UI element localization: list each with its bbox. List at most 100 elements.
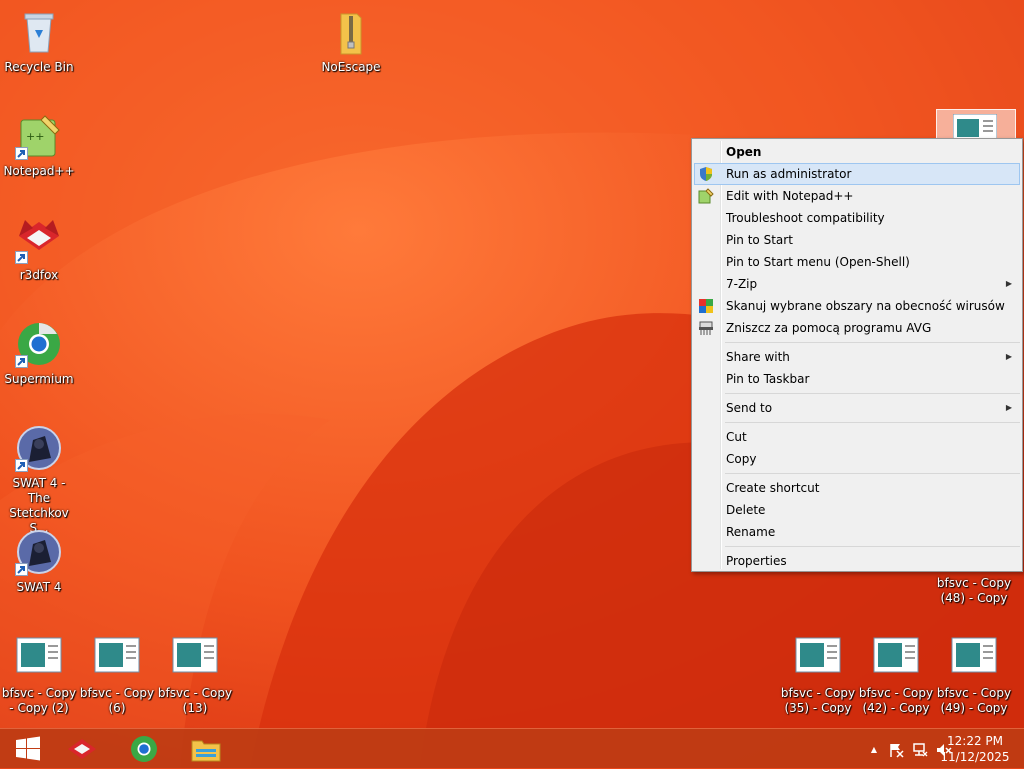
action-center-flag-icon[interactable] bbox=[888, 742, 904, 758]
menu-item-rename[interactable]: Rename bbox=[692, 521, 1022, 543]
menu-item-open[interactable]: Open bbox=[692, 141, 1022, 163]
desktop-icon-bfsvc[interactable]: bfsvc - Copy (42) - Copy bbox=[858, 634, 934, 716]
network-icon[interactable] bbox=[912, 742, 928, 758]
bfsvc-icon bbox=[16, 637, 62, 673]
clock-date: 11/12/2025 bbox=[940, 750, 1010, 764]
desktop-icon-bfsvc[interactable]: bfsvc - Copy (49) - Copy bbox=[936, 634, 1012, 716]
menu-item-label: Properties bbox=[726, 554, 787, 568]
taskbar-supermium[interactable] bbox=[116, 731, 172, 767]
menu-separator bbox=[725, 473, 1020, 474]
desktop-icon-bfsvc[interactable]: bfsvc - Copy (13) bbox=[157, 634, 233, 716]
menu-item-label: Edit with Notepad++ bbox=[726, 189, 854, 203]
menu-item-troubleshoot-compatibility[interactable]: Troubleshoot compatibility bbox=[692, 207, 1022, 229]
r3dfox-icon bbox=[68, 739, 96, 759]
menu-item-run-as-administrator[interactable]: Run as administrator bbox=[694, 163, 1020, 185]
menu-item-label: Skanuj wybrane obszary na obecność wirus… bbox=[726, 299, 1005, 313]
context-menu: Open Run as administrator Edit with Note… bbox=[691, 138, 1023, 572]
desktop-icon-label: r3dfox bbox=[19, 268, 59, 282]
bfsvc-icon bbox=[873, 637, 919, 673]
menu-item-label: Cut bbox=[726, 430, 747, 444]
recycle-bin-icon bbox=[24, 13, 54, 53]
taskbar: ▲ 12:22 PM 11/12/2025 bbox=[0, 728, 1024, 768]
desktop-icon-noescape[interactable]: NoEscape bbox=[313, 8, 389, 75]
menu-item-label: Pin to Taskbar bbox=[726, 372, 810, 386]
menu-item-label: Share with bbox=[726, 350, 790, 364]
menu-item-avg-shred[interactable]: Zniszcz za pomocą programu AVG bbox=[692, 317, 1022, 339]
desktop-icon-supermium[interactable]: Supermium bbox=[1, 320, 77, 387]
shredder-icon bbox=[698, 320, 714, 336]
desktop-icon-recycle-bin[interactable]: Recycle Bin bbox=[1, 8, 77, 75]
desktop-icon-bfsvc[interactable]: bfsvc - Copy - Copy (2) bbox=[1, 634, 77, 716]
menu-item-avg-scan[interactable]: Skanuj wybrane obszary na obecność wirus… bbox=[692, 295, 1022, 317]
desktop-icon-label: bfsvc - Copy - Copy (2) bbox=[1, 686, 77, 715]
desktop-icon-r3dfox[interactable]: r3dfox bbox=[1, 216, 77, 283]
menu-item-label: 7-Zip bbox=[726, 277, 758, 291]
menu-item-label: Run as administrator bbox=[726, 167, 852, 181]
menu-item-label: Send to bbox=[726, 401, 773, 415]
menu-item-label: Troubleshoot compatibility bbox=[726, 211, 885, 225]
bfsvc-icon bbox=[795, 637, 841, 673]
desktop-icon-label: Notepad++ bbox=[3, 164, 75, 178]
svg-text:++: ++ bbox=[26, 130, 44, 143]
desktop-icon-label: bfsvc - Copy (13) bbox=[157, 686, 233, 715]
desktop-icon-bfsvc[interactable]: bfsvc - Copy (6) bbox=[79, 634, 155, 716]
system-tray: ▲ 12:22 PM 11/12/2025 bbox=[844, 729, 1024, 769]
desktop-icon-swat4-stetchkov[interactable]: SWAT 4 - The Stetchkov S... bbox=[1, 424, 77, 536]
submenu-arrow-icon: ▶ bbox=[1005, 403, 1012, 412]
menu-item-pin-to-taskbar[interactable]: Pin to Taskbar bbox=[692, 368, 1022, 390]
desktop-icon-label: bfsvc - Copy (48) - Copy bbox=[936, 576, 1012, 605]
menu-item-copy[interactable]: Copy bbox=[692, 448, 1022, 470]
menu-item-edit-with-notepad-plus-plus[interactable]: Edit with Notepad++ bbox=[692, 185, 1022, 207]
notepad-plus-plus-icon bbox=[698, 188, 714, 204]
show-hidden-icons-chevron-icon[interactable]: ▲ bbox=[866, 742, 882, 758]
menu-item-pin-to-start[interactable]: Pin to Start bbox=[692, 229, 1022, 251]
desktop-icon-bfsvc[interactable]: bfsvc - Copy (48) - Copy bbox=[936, 576, 1012, 606]
menu-separator bbox=[725, 546, 1020, 547]
clock-time: 12:22 PM bbox=[947, 734, 1003, 748]
menu-item-label: Open bbox=[726, 145, 762, 159]
desktop-icon-label: SWAT 4 - The Stetchkov S... bbox=[9, 476, 69, 535]
bfsvc-icon bbox=[953, 114, 997, 140]
desktop-icon-label: NoEscape bbox=[321, 60, 381, 74]
menu-item-label: Pin to Start bbox=[726, 233, 793, 247]
shortcut-arrow-icon bbox=[15, 147, 28, 160]
submenu-arrow-icon: ▶ bbox=[1005, 279, 1012, 288]
uac-shield-icon bbox=[698, 166, 714, 182]
supermium-icon bbox=[131, 736, 157, 762]
menu-item-pin-to-start-menu-open-shell[interactable]: Pin to Start menu (Open-Shell) bbox=[692, 251, 1022, 273]
menu-item-properties[interactable]: Properties bbox=[692, 550, 1022, 572]
menu-item-label: Create shortcut bbox=[726, 481, 820, 495]
menu-item-delete[interactable]: Delete bbox=[692, 499, 1022, 521]
taskbar-r3dfox[interactable] bbox=[54, 731, 110, 767]
shortcut-arrow-icon bbox=[15, 355, 28, 368]
desktop-icon-label: bfsvc - Copy (6) bbox=[79, 686, 155, 715]
desktop-icon-notepad-plus-plus[interactable]: ++ Notepad++ bbox=[1, 112, 77, 179]
menu-item-share-with[interactable]: Share with ▶ bbox=[692, 346, 1022, 368]
taskbar-clock[interactable]: 12:22 PM 11/12/2025 bbox=[940, 733, 1010, 765]
menu-item-label: Rename bbox=[726, 525, 776, 539]
desktop-icon-label: bfsvc - Copy (35) - Copy bbox=[780, 686, 856, 715]
menu-item-label: Delete bbox=[726, 503, 766, 517]
shortcut-arrow-icon bbox=[15, 459, 28, 472]
start-button[interactable] bbox=[0, 731, 56, 767]
selected-icon-highlight bbox=[936, 109, 1016, 141]
menu-item-send-to[interactable]: Send to ▶ bbox=[692, 397, 1022, 419]
desktop-icon-label: bfsvc - Copy (49) - Copy bbox=[936, 686, 1012, 715]
menu-item-label: Pin to Start menu (Open-Shell) bbox=[726, 255, 910, 269]
menu-item-cut[interactable]: Cut bbox=[692, 426, 1022, 448]
taskbar-file-explorer[interactable] bbox=[178, 731, 234, 767]
zip-folder-icon bbox=[340, 13, 362, 55]
bfsvc-icon bbox=[951, 637, 997, 673]
menu-item-7-zip[interactable]: 7-Zip ▶ bbox=[692, 273, 1022, 295]
start-icon bbox=[16, 736, 40, 761]
bfsvc-icon bbox=[172, 637, 218, 673]
menu-separator bbox=[725, 393, 1020, 394]
file-explorer-icon bbox=[191, 740, 221, 762]
shortcut-arrow-icon bbox=[15, 251, 28, 264]
desktop-icon-label: bfsvc - Copy (42) - Copy bbox=[858, 686, 934, 715]
avg-icon bbox=[698, 298, 714, 314]
desktop-icon-bfsvc[interactable]: bfsvc - Copy (35) - Copy bbox=[780, 634, 856, 716]
menu-item-label: Zniszcz za pomocą programu AVG bbox=[726, 321, 932, 335]
menu-item-create-shortcut[interactable]: Create shortcut bbox=[692, 477, 1022, 499]
desktop-icon-swat4[interactable]: SWAT 4 bbox=[1, 528, 77, 595]
